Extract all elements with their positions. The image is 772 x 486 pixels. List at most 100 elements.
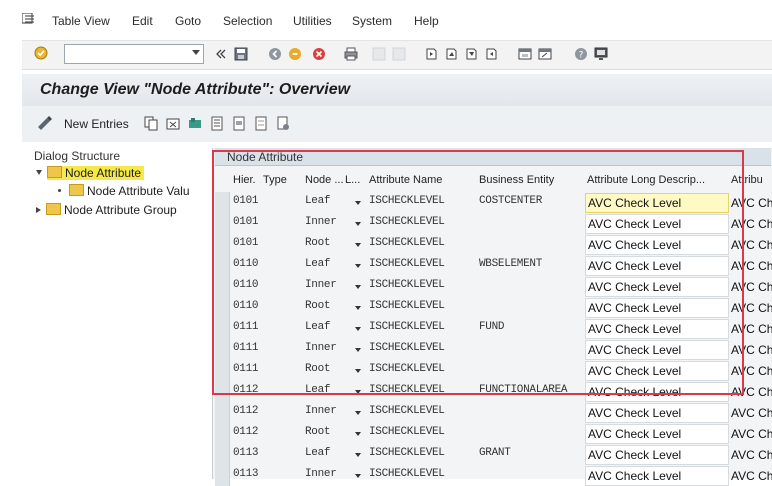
select-all-icon[interactable] xyxy=(210,116,224,131)
table-row[interactable]: 0112 Root ISCHECKLEVEL AVC Check Level AVC C… xyxy=(213,423,772,444)
menu-table-view[interactable]: Table View xyxy=(52,14,110,28)
row-selector[interactable] xyxy=(215,297,230,318)
column-header-attribute[interactable]: Attribu xyxy=(731,174,772,186)
new-session-icon[interactable] xyxy=(518,47,532,61)
chevron-down-icon[interactable] xyxy=(192,50,200,55)
attribute-description-input[interactable]: AVC Check Level xyxy=(585,298,729,318)
command-field[interactable] xyxy=(64,44,204,64)
enter-check-icon[interactable] xyxy=(34,46,48,60)
attribute-description-input[interactable]: AVC Check Level xyxy=(585,235,729,255)
column-header-attribute-name[interactable]: Attribute Name xyxy=(369,174,473,186)
attribute-description-input[interactable]: AVC Check Level xyxy=(585,277,729,297)
tree-item-node-attribute[interactable]: Node Attribute xyxy=(36,166,145,182)
row-selector[interactable] xyxy=(215,402,230,423)
dropdown-arrow-icon[interactable] xyxy=(355,201,361,205)
shortcut-icon[interactable] xyxy=(538,47,552,61)
column-header-business-entity[interactable]: Business Entity xyxy=(479,174,583,186)
dropdown-arrow-icon[interactable] xyxy=(355,222,361,226)
column-header-hier[interactable]: Hier. xyxy=(233,174,261,186)
table-row[interactable]: 0110 Leaf ISCHECKLEVEL WBSELEMENT AVC Check … xyxy=(213,255,772,276)
dropdown-arrow-icon[interactable] xyxy=(355,474,361,478)
attribute-description-input[interactable]: AVC Check Level xyxy=(585,214,729,234)
menu-icon[interactable] xyxy=(22,13,36,25)
table-row[interactable]: 0110 Root ISCHECKLEVEL AVC Check Level AVC C… xyxy=(213,297,772,318)
cancel-icon[interactable] xyxy=(312,47,326,61)
undo-change-icon[interactable] xyxy=(188,116,202,131)
deselect-all-icon[interactable] xyxy=(254,116,268,131)
row-selector[interactable] xyxy=(215,360,230,381)
table-row[interactable]: 0101 Leaf ISCHECKLEVEL COSTCENTER AVC Check … xyxy=(213,192,772,213)
column-header-type[interactable]: Type xyxy=(263,174,303,186)
new-entries-button[interactable]: New Entries xyxy=(64,117,129,131)
dropdown-arrow-icon[interactable] xyxy=(355,306,361,310)
tree-item-node-attribute-value[interactable]: Node Attribute Valu xyxy=(58,184,190,200)
select-block-icon[interactable] xyxy=(232,116,246,131)
first-page-icon[interactable] xyxy=(424,47,438,61)
attribute-description-input[interactable]: AVC Check Level xyxy=(585,361,729,381)
table-row[interactable]: 0101 Root ISCHECKLEVEL AVC Check Level AVC C… xyxy=(213,234,772,255)
row-selector[interactable] xyxy=(215,339,230,360)
attribute-description-input[interactable]: AVC Check Level xyxy=(585,340,729,360)
row-selector[interactable] xyxy=(215,234,230,255)
attribute-description-input[interactable]: AVC Check Level xyxy=(585,382,729,402)
attribute-description-input[interactable]: AVC Check Level xyxy=(585,193,729,213)
row-selector[interactable] xyxy=(215,381,230,402)
column-header-attribute-long-description[interactable]: Attribute Long Descrip... xyxy=(587,174,727,186)
row-selector[interactable] xyxy=(215,444,230,465)
back-icon[interactable] xyxy=(268,47,282,61)
attribute-description-input[interactable]: AVC Check Level xyxy=(585,445,729,465)
exit-icon[interactable] xyxy=(288,47,302,61)
transport-icon[interactable] xyxy=(276,116,290,131)
column-header-node[interactable]: Node ... xyxy=(305,174,343,186)
table-row[interactable]: 0112 Inner ISCHECKLEVEL AVC Check Level AVC … xyxy=(213,402,772,423)
attribute-description-input[interactable]: AVC Check Level xyxy=(585,424,729,444)
table-row[interactable]: 0111 Root ISCHECKLEVEL AVC Check Level AVC C… xyxy=(213,360,772,381)
delete-icon[interactable] xyxy=(166,116,180,131)
collapse-arrow-icon[interactable] xyxy=(36,207,41,213)
table-row[interactable]: 0111 Inner ISCHECKLEVEL AVC Check Level AVC … xyxy=(213,339,772,360)
expand-arrow-icon[interactable] xyxy=(36,170,42,175)
dropdown-arrow-icon[interactable] xyxy=(355,453,361,457)
menu-goto[interactable]: Goto xyxy=(175,14,201,28)
dropdown-arrow-icon[interactable] xyxy=(355,243,361,247)
menu-selection[interactable]: Selection xyxy=(223,14,272,28)
table-row[interactable]: 0110 Inner ISCHECKLEVEL AVC Check Level AVC … xyxy=(213,276,772,297)
menu-utilities[interactable]: Utilities xyxy=(293,14,332,28)
new-entries-pencil-icon[interactable] xyxy=(36,115,54,130)
menu-edit[interactable]: Edit xyxy=(132,14,153,28)
last-page-icon[interactable] xyxy=(484,47,498,61)
row-selector[interactable] xyxy=(215,318,230,339)
tree-item-node-attribute-group[interactable]: Node Attribute Group xyxy=(36,203,177,219)
table-row[interactable]: 0112 Leaf ISCHECKLEVEL FUNCTIONALAREA AVC Ch… xyxy=(213,381,772,402)
row-selector[interactable] xyxy=(215,276,230,297)
row-selector[interactable] xyxy=(215,255,230,276)
save-icon[interactable] xyxy=(234,47,248,61)
row-selector[interactable] xyxy=(215,192,230,213)
help-icon[interactable]: ? xyxy=(574,47,588,61)
dropdown-arrow-icon[interactable] xyxy=(355,264,361,268)
attribute-description-input[interactable]: AVC Check Level xyxy=(585,403,729,423)
column-header-level[interactable]: L... xyxy=(345,174,365,186)
customize-layout-icon[interactable] xyxy=(594,47,608,61)
row-selector[interactable] xyxy=(215,465,230,486)
copy-as-icon[interactable] xyxy=(144,116,158,131)
dropdown-arrow-icon[interactable] xyxy=(355,411,361,415)
dropdown-arrow-icon[interactable] xyxy=(355,327,361,331)
row-selector[interactable] xyxy=(215,213,230,234)
print-icon[interactable] xyxy=(344,47,358,61)
attribute-description-input[interactable]: AVC Check Level xyxy=(585,319,729,339)
row-selector[interactable] xyxy=(215,423,230,444)
dropdown-arrow-icon[interactable] xyxy=(355,390,361,394)
previous-page-icon[interactable] xyxy=(444,47,458,61)
dropdown-arrow-icon[interactable] xyxy=(355,432,361,436)
next-page-icon[interactable] xyxy=(464,47,478,61)
attribute-description-input[interactable]: AVC Check Level xyxy=(585,256,729,276)
dropdown-arrow-icon[interactable] xyxy=(355,285,361,289)
table-row[interactable]: 0101 Inner ISCHECKLEVEL AVC Check Level AVC … xyxy=(213,213,772,234)
dropdown-arrow-icon[interactable] xyxy=(355,369,361,373)
attribute-description-input[interactable]: AVC Check Level xyxy=(585,466,729,486)
table-row[interactable]: 0113 Leaf ISCHECKLEVEL GRANT AVC Check Level… xyxy=(213,444,772,465)
dropdown-arrow-icon[interactable] xyxy=(355,348,361,352)
table-row[interactable]: 0111 Leaf ISCHECKLEVEL FUND AVC Check Level A… xyxy=(213,318,772,339)
double-chevron-left-icon[interactable] xyxy=(214,47,228,61)
